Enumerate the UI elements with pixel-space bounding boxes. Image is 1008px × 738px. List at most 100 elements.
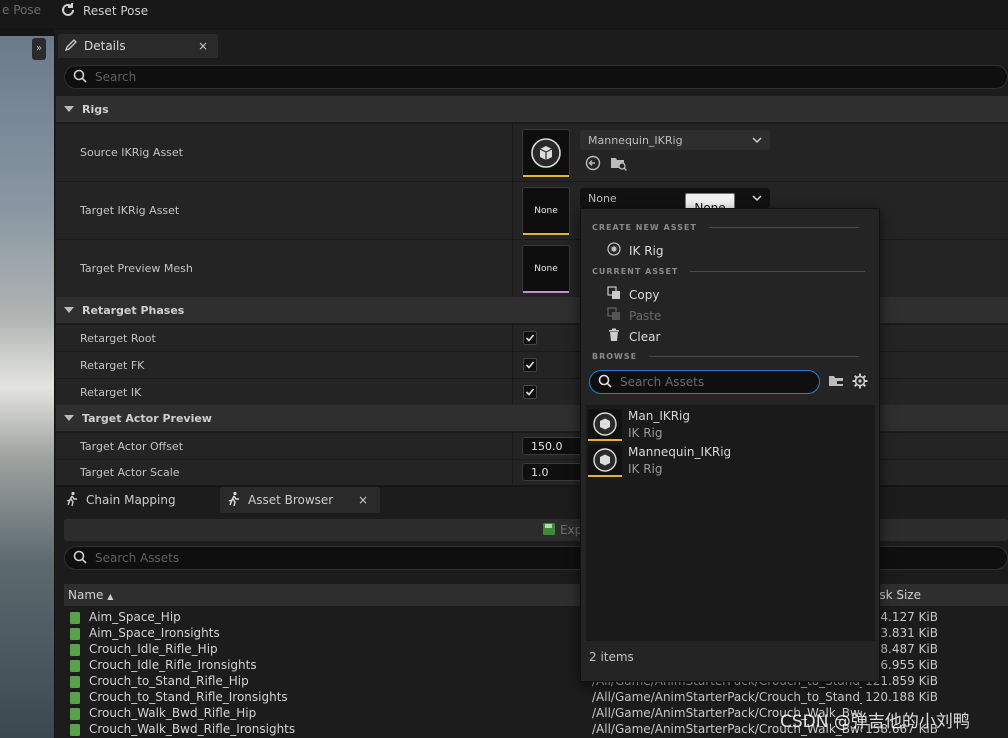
asset-type: IK Rig [628, 426, 663, 440]
cell-name: Crouch_Idle_Rifle_Hip [89, 642, 218, 656]
check-icon [525, 388, 535, 396]
search-placeholder: Search Assets [620, 375, 705, 389]
search-placeholder: Search [95, 70, 137, 84]
trash-icon [607, 328, 621, 345]
category-rigs[interactable]: Rigs [56, 96, 1008, 122]
row-source-ikrig: Source IKRig Asset Mannequin_IKRig [56, 123, 1008, 181]
collapse-triangle-icon [64, 106, 74, 112]
tab-details-label: Details [84, 39, 126, 53]
menu-item-label: Paste [629, 308, 662, 323]
close-icon[interactable]: × [198, 39, 208, 53]
ikrig-icon [607, 242, 621, 259]
ikrig-asset-icon [531, 138, 561, 168]
tab-chain-mapping[interactable]: Chain Mapping [60, 487, 218, 513]
expand-panel-icon[interactable]: » [32, 38, 46, 60]
export-button[interactable]: Exp [542, 519, 582, 541]
menu-item-label: IK Rig [629, 243, 664, 258]
chevron-down-icon [752, 134, 762, 147]
anim-sequence-icon [70, 724, 80, 736]
menu-item-clear[interactable]: Clear [607, 328, 660, 345]
search-placeholder: Search Assets [95, 551, 180, 565]
search-icon [598, 374, 612, 391]
details-search-input[interactable]: Search [64, 65, 1008, 89]
combo-value: None [588, 191, 617, 205]
section-header: CURRENT ASSET [592, 267, 866, 276]
anim-sequence-icon [70, 692, 80, 704]
menu-item-copy[interactable]: Copy [607, 286, 659, 303]
cell-name: Aim_Space_Hip [89, 610, 181, 624]
asset-name: Man_IKRig [628, 409, 691, 423]
section-header: CREATE NEW ASSET [592, 223, 859, 232]
use-selected-icon[interactable] [585, 155, 601, 174]
chevron-down-icon [752, 192, 762, 205]
items-count: 2 items [589, 650, 634, 664]
asset-list: Man_IKRig IK Rig Mannequin_IKRig IK Rig [586, 405, 875, 641]
running-figure-icon [64, 491, 80, 510]
cell-name: Crouch_Walk_Bwd_Rifle_Hip [89, 706, 257, 720]
anim-sequence-icon [70, 612, 80, 624]
gear-icon[interactable] [852, 373, 868, 392]
cell-name: Crouch_Walk_Bwd_Rifle_Ironsights [89, 722, 296, 736]
cell-name: Aim_Space_Ironsights [89, 626, 220, 640]
cell-name: Crouch_to_Stand_Rifle_Hip [89, 674, 249, 688]
asset-picker-menu: CREATE NEW ASSET IK Rig CURRENT ASSET Co… [580, 208, 880, 682]
reset-pose-button[interactable]: Reset Pose [58, 0, 148, 22]
cell-size: 120.188 KiB [865, 690, 938, 704]
ikrig-asset-icon [588, 445, 622, 477]
asset-thumbnail[interactable]: None [522, 187, 570, 235]
property-label: Source IKRig Asset [80, 146, 183, 159]
tab-label: Chain Mapping [86, 493, 176, 507]
target-ikrig-combo[interactable]: None [580, 188, 770, 208]
column-name[interactable]: Name ▲ [68, 588, 113, 602]
asset-thumbnail[interactable]: None [522, 245, 570, 293]
asset-name: Mannequin_IKRig [628, 445, 732, 459]
menu-item-paste[interactable]: Paste [607, 307, 661, 324]
reset-icon [58, 0, 78, 23]
table-row[interactable]: Crouch_to_Stand_Rifle_Ironsights/All/Gam… [64, 690, 1008, 706]
tab-details[interactable]: Details × [58, 34, 218, 58]
watermark: CSDN @弹吉他的小刘鸭 [780, 712, 970, 732]
numeric-value: 150.0 [531, 439, 563, 453]
tab-label: Asset Browser [248, 493, 334, 507]
retarget-root-checkbox[interactable] [523, 331, 537, 345]
anim-sequence-icon [70, 628, 80, 640]
browse-folder-icon[interactable] [610, 155, 628, 174]
cell-path: /All/Game/AnimStarterPack/Crouch_to_Stan… [592, 690, 862, 704]
prev-pose-button[interactable]: e Pose [2, 3, 41, 17]
menu-item-label: Clear [629, 329, 661, 344]
retarget-ik-checkbox[interactable] [523, 385, 537, 399]
export-icon [542, 522, 556, 539]
menu-item-ik-rig[interactable]: IK Rig [607, 242, 664, 259]
close-icon[interactable]: × [358, 493, 368, 507]
property-label: Target Actor Offset [80, 440, 184, 453]
anim-sequence-icon [70, 644, 80, 656]
retarget-fk-checkbox[interactable] [523, 358, 537, 372]
column-disk-size[interactable]: isk Size [876, 588, 921, 602]
category-label: Rigs [82, 102, 109, 116]
category-label: Retarget Phases [82, 303, 185, 317]
folder-icon[interactable] [828, 373, 846, 392]
property-label: Target IKRig Asset [80, 204, 180, 217]
top-toolbar: e Pose Reset Pose [0, 0, 1008, 28]
collapse-triangle-icon [64, 307, 74, 313]
property-label: Retarget Root [80, 332, 156, 345]
cell-name: Crouch_Idle_Rifle_Ironsights [89, 658, 257, 672]
numeric-value: 1.0 [531, 465, 549, 479]
check-icon [525, 361, 535, 369]
section-header: BROWSE [592, 352, 860, 361]
viewport[interactable] [0, 36, 54, 738]
paste-icon [607, 307, 621, 324]
ikrig-asset-icon [588, 409, 622, 441]
anim-sequence-icon [70, 660, 80, 672]
asset-thumbnail[interactable] [522, 129, 570, 177]
list-item[interactable]: Man_IKRig IK Rig [586, 407, 875, 443]
asset-type: IK Rig [628, 462, 663, 476]
property-label: Retarget FK [80, 359, 145, 372]
list-item[interactable]: Mannequin_IKRig IK Rig [586, 443, 875, 479]
property-label: Retarget IK [80, 386, 142, 399]
source-ikrig-combo[interactable]: Mannequin_IKRig [580, 130, 770, 150]
check-icon [525, 334, 535, 342]
edit-icon [64, 38, 78, 55]
tab-asset-browser[interactable]: Asset Browser × [220, 487, 380, 513]
asset-search-input[interactable]: Search Assets [589, 370, 820, 394]
